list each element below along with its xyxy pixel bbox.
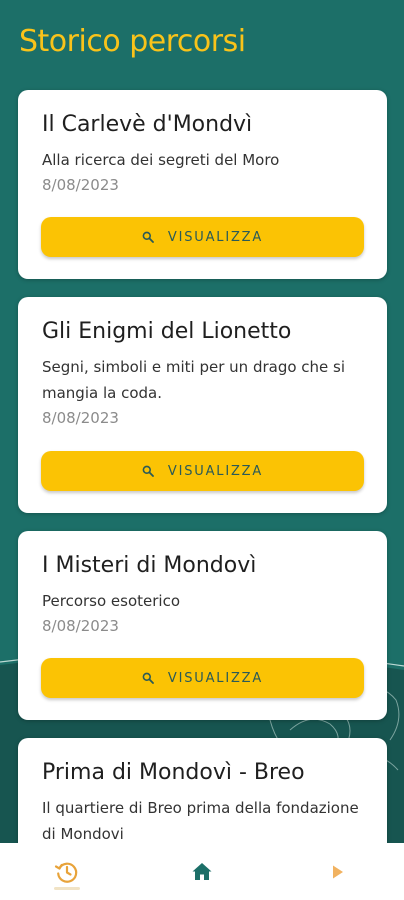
route-date: 8/08/2023 bbox=[42, 176, 119, 194]
view-route-button[interactable]: VISUALIZZA bbox=[41, 451, 364, 491]
view-route-button[interactable]: VISUALIZZA bbox=[41, 658, 364, 698]
route-history-list: Il Carlevè d'Mondvì Alla ricerca dei seg… bbox=[0, 0, 404, 900]
nav-tab-home[interactable] bbox=[135, 843, 269, 900]
play-icon bbox=[333, 865, 343, 878]
page-title: Storico percorsi bbox=[19, 24, 246, 59]
search-icon bbox=[142, 465, 154, 477]
active-tab-indicator bbox=[54, 887, 80, 890]
route-card: Il Carlevè d'Mondvì Alla ricerca dei seg… bbox=[18, 90, 387, 279]
route-card: I Misteri di Mondovì Percorso esoterico … bbox=[18, 531, 387, 720]
view-button-label: VISUALIZZA bbox=[167, 229, 264, 245]
route-title: I Misteri di Mondovì bbox=[42, 553, 257, 578]
route-title: Gli Enigmi del Lionetto bbox=[42, 319, 292, 344]
route-title: Prima di Mondovì - Breo bbox=[42, 760, 305, 785]
route-description: Il quartiere di Breo prima della fondazi… bbox=[42, 799, 359, 843]
search-icon bbox=[142, 231, 154, 243]
home-icon bbox=[192, 862, 212, 880]
bottom-navigation bbox=[0, 843, 404, 900]
nav-tab-play[interactable] bbox=[270, 843, 404, 900]
history-icon bbox=[54, 862, 78, 883]
view-button-label: VISUALIZZA bbox=[167, 463, 264, 479]
route-date: 8/08/2023 bbox=[42, 409, 119, 427]
route-title: Il Carlevè d'Mondvì bbox=[42, 112, 253, 137]
route-card: Gli Enigmi del Lionetto Segni, simboli e… bbox=[18, 297, 387, 513]
route-description: Alla ricerca dei segreti del Moro bbox=[42, 151, 280, 169]
search-icon bbox=[142, 672, 154, 684]
route-description: Segni, simboli e miti per un drago che s… bbox=[42, 358, 346, 402]
nav-tab-history[interactable] bbox=[0, 843, 134, 900]
route-date: 8/08/2023 bbox=[42, 617, 119, 635]
view-route-button[interactable]: VISUALIZZA bbox=[41, 217, 364, 257]
view-button-label: VISUALIZZA bbox=[167, 670, 264, 686]
route-description: Percorso esoterico bbox=[42, 592, 181, 610]
